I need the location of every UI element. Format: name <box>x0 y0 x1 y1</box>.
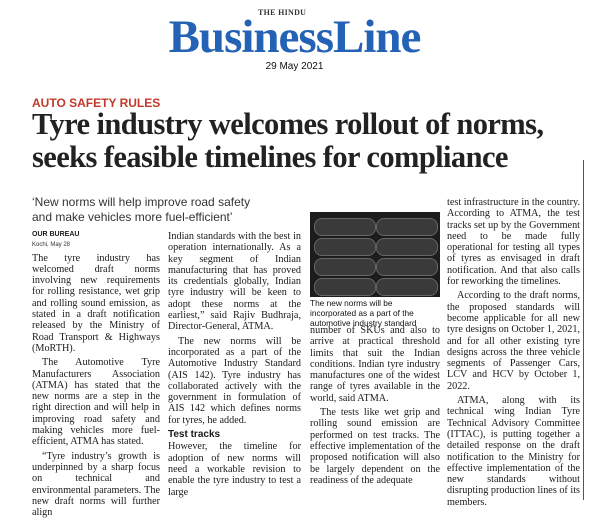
masthead-title: BusinessLine <box>168 11 422 63</box>
paragraph: test infrastructure in the country. Acco… <box>447 197 580 288</box>
paragraph: The tests like wet grip and rolling soun… <box>310 407 440 486</box>
paragraph: number of SKUs and also to arrive at pra… <box>310 325 440 404</box>
standfirst-line-2: and make vehicles more fuel-efficient’ <box>32 210 233 224</box>
article-column-4: test infrastructure in the country. Acco… <box>447 197 580 511</box>
dateline: Kochi, May 28 <box>32 242 71 249</box>
page-edge-divider <box>583 160 584 500</box>
paragraph: ATMA, along with its technical wing Indi… <box>447 395 580 508</box>
headline: Tyre industry welcomes rollout of norms,… <box>32 108 588 174</box>
headline-line-1: Tyre industry welcomes rollout of norms, <box>32 107 544 141</box>
paragraph: The new norms will be incorporated as a … <box>168 335 301 426</box>
paragraph: Indian standards with the best in operat… <box>168 231 301 333</box>
standfirst-line-1: ‘New norms will help improve road safety <box>32 195 251 209</box>
paragraph: According to the draft norms, the propos… <box>447 290 580 392</box>
paragraph: The tyre industry has welcomed draft nor… <box>32 252 160 354</box>
publication-date: 29 May 2021 <box>265 61 324 72</box>
standfirst: ‘New norms will help improve road safety… <box>32 195 312 225</box>
photo-caption: The new norms will be incorporated as a … <box>310 298 417 328</box>
article-column-1: OUR BUREAU Kochi, May 28 The tyre indust… <box>32 229 160 521</box>
paragraph: The Automotive Tyre Manufacturers Associ… <box>32 357 160 448</box>
subhead: Test tracks <box>168 429 221 441</box>
paragraph: “Tyre industry’s growth is underpinned b… <box>32 450 160 519</box>
article-column-3: number of SKUs and also to arrive at pra… <box>310 325 440 489</box>
byline: OUR BUREAU <box>32 231 80 238</box>
article-column-2: Indian standards with the best in operat… <box>168 231 301 501</box>
tyre-stack-photo <box>310 212 440 297</box>
headline-line-2: seeks feasible timelines for compliance <box>32 140 508 174</box>
paragraph: However, the timeline for adoption of ne… <box>168 441 301 498</box>
